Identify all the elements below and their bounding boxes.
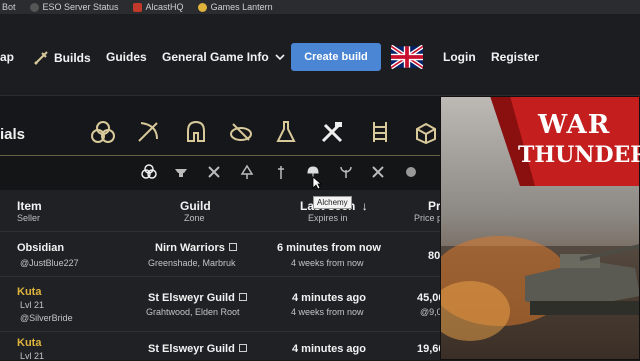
price-value: 80 bbox=[428, 250, 441, 262]
uk-flag-icon[interactable] bbox=[391, 45, 423, 69]
column-header-item[interactable]: Item bbox=[17, 199, 42, 213]
row-divider bbox=[0, 231, 440, 232]
category-furnishing-icon[interactable] bbox=[366, 118, 394, 146]
guild-name-label: Nirn Warriors bbox=[155, 242, 225, 254]
category-helmet-icon[interactable] bbox=[182, 118, 210, 146]
globe-icon bbox=[29, 2, 39, 12]
bookmark-label: Bot bbox=[2, 2, 16, 12]
nav-map[interactable]: ap bbox=[0, 50, 14, 64]
nav-builds[interactable]: Builds bbox=[33, 50, 91, 66]
item-level: Lvl 21 bbox=[20, 300, 45, 310]
swords-icon bbox=[34, 51, 48, 65]
last-seen: 4 minutes ago bbox=[292, 343, 366, 355]
item-name[interactable]: Kuta bbox=[17, 337, 41, 349]
nav-general-label: General Game Info bbox=[162, 50, 269, 64]
create-build-button[interactable]: Create build bbox=[291, 43, 381, 71]
seller-name[interactable]: @SilverBride bbox=[20, 313, 73, 323]
zone-name: Grahtwood, Elden Root bbox=[146, 307, 240, 317]
login-link[interactable]: Login bbox=[443, 50, 476, 64]
column-subheader-zone: Zone bbox=[184, 213, 205, 223]
sort-arrow-icon: ↓ bbox=[361, 199, 368, 213]
category-title: ials bbox=[0, 126, 26, 143]
register-link[interactable]: Register bbox=[491, 50, 539, 64]
bookmark-label: ESO Server Status bbox=[42, 2, 119, 12]
bookmark-games-lantern[interactable]: Games Lantern bbox=[197, 2, 273, 12]
nav-general-game-info[interactable]: General Game Info bbox=[162, 50, 285, 64]
item-name[interactable]: Kuta bbox=[17, 286, 41, 298]
bookmark-label: Games Lantern bbox=[210, 2, 273, 12]
chevron-down-icon bbox=[275, 54, 285, 61]
cursor-icon bbox=[312, 176, 322, 190]
lantern-icon bbox=[197, 2, 207, 12]
nav-builds-label: Builds bbox=[54, 51, 91, 65]
alcast-icon bbox=[132, 2, 142, 12]
category-bow-icon[interactable] bbox=[134, 118, 162, 146]
last-seen: 6 minutes from now bbox=[277, 242, 381, 254]
subcategory-all-icon[interactable] bbox=[140, 163, 158, 181]
bookmarks-bar: Bot ESO Server Status AlcastHQ Games Lan… bbox=[0, 0, 640, 14]
expires-in: 4 weeks from now bbox=[291, 258, 364, 268]
category-materials-icon[interactable] bbox=[412, 118, 440, 146]
external-link-icon[interactable] bbox=[228, 243, 237, 251]
ad-title-thunder: THUNDER bbox=[518, 142, 640, 168]
listings-table bbox=[0, 190, 440, 360]
column-subheader-seller: Seller bbox=[17, 213, 41, 223]
expires-in: 4 weeks from now bbox=[291, 307, 364, 317]
column-header-guild[interactable]: Guild bbox=[180, 199, 211, 213]
subcategory-staff-icon[interactable] bbox=[272, 163, 290, 181]
zone-name: Greenshade, Marbruk bbox=[148, 258, 236, 268]
external-link-icon[interactable] bbox=[238, 344, 247, 352]
subcategory-anvil-icon[interactable] bbox=[172, 163, 190, 181]
subcategory-tree-icon[interactable] bbox=[238, 163, 256, 181]
bookmark-bot[interactable]: Bot bbox=[2, 2, 16, 12]
category-alchemy-flask-icon[interactable] bbox=[272, 118, 300, 146]
guild-name-label: St Elsweyr Guild bbox=[148, 292, 235, 304]
bookmark-alcasthq[interactable]: AlcastHQ bbox=[132, 2, 184, 12]
category-provisioning-icon[interactable] bbox=[227, 118, 255, 146]
subcategory-tools-icon[interactable] bbox=[205, 163, 223, 181]
alchemy-tooltip: Alchemy bbox=[313, 196, 352, 209]
guild-name[interactable]: St Elsweyr Guild bbox=[148, 292, 247, 304]
row-divider bbox=[0, 276, 440, 277]
row-divider bbox=[0, 331, 440, 332]
category-style-icon[interactable] bbox=[89, 118, 117, 146]
guild-name[interactable]: Nirn Warriors bbox=[155, 242, 237, 254]
guild-name[interactable]: St Elsweyr Guild bbox=[148, 343, 247, 355]
nav-guides[interactable]: Guides bbox=[106, 50, 147, 64]
ad-title-war: WAR bbox=[538, 110, 611, 140]
bookmark-eso-server-status[interactable]: ESO Server Status bbox=[29, 2, 119, 12]
bookmark-label: AlcastHQ bbox=[145, 2, 184, 12]
column-subheader-expires: Expires in bbox=[308, 213, 348, 223]
subcategory-gem-icon[interactable] bbox=[402, 163, 420, 181]
external-link-icon[interactable] bbox=[238, 293, 247, 301]
last-seen: 4 minutes ago bbox=[292, 292, 366, 304]
seller-name[interactable]: @JustBlue227 bbox=[20, 258, 79, 268]
item-name[interactable]: Obsidian bbox=[17, 242, 64, 254]
category-crafting-icon[interactable] bbox=[318, 118, 346, 146]
subcategory-plant-icon[interactable] bbox=[337, 163, 355, 181]
war-thunder-ad[interactable]: WAR THUNDER bbox=[440, 96, 640, 360]
subcategory-blades-icon[interactable] bbox=[369, 163, 387, 181]
guild-name-label: St Elsweyr Guild bbox=[148, 343, 235, 355]
